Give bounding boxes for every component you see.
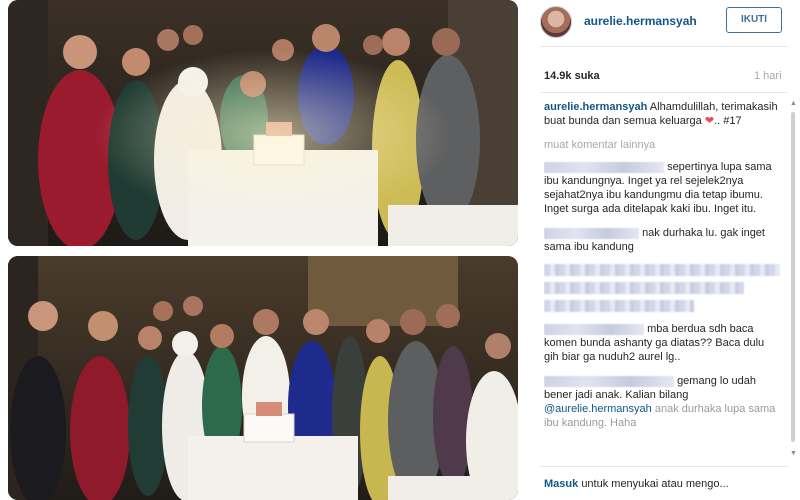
post-time[interactable]: 1 hari (754, 70, 782, 82)
list-item: sepertinya lupa sama ibu kandungnya. Ing… (544, 160, 780, 216)
list-item: nak durhaka lu. gak inget sama ibu kandu… (544, 226, 780, 254)
comments-list: aurelie.hermansyah Alhamdulillah, terima… (544, 100, 780, 460)
scroll-down-icon[interactable]: ▼ (790, 450, 797, 458)
load-more-comments-link[interactable]: muat komentar lainnya (544, 138, 780, 152)
list-item (544, 264, 780, 312)
blurred-username (544, 323, 644, 335)
login-prompt-text: untuk menyukai atau mengo... (581, 478, 729, 490)
login-prompt: Masuk untuk menyukai atau mengo... (544, 478, 729, 490)
group-photo-family-image (8, 256, 518, 500)
avatar[interactable] (540, 6, 572, 38)
blurred-comment (544, 264, 780, 276)
login-link[interactable]: Masuk (544, 478, 578, 490)
blurred-comment (544, 282, 744, 294)
list-item: gemang lo udah bener jadi anak. Kalian b… (544, 374, 780, 430)
blurred-username (544, 375, 674, 387)
blurred-username (544, 161, 664, 173)
divider (540, 46, 788, 47)
mention-link[interactable]: @aurelie.hermansyah (544, 403, 652, 415)
likes-count[interactable]: 14.9k suka (544, 70, 600, 82)
group-photo-cake-image (8, 0, 518, 246)
post-header: aurelie.hermansyah IKUTI (528, 0, 800, 46)
comments-scrollbar[interactable]: ▲ ▼ (790, 100, 797, 460)
caption-username[interactable]: aurelie.hermansyah (544, 101, 647, 113)
post-photo-bottom[interactable] (8, 256, 518, 500)
heart-icon: ❤ (704, 115, 715, 127)
post-detail-panel: aurelie.hermansyah IKUTI 14.9k suka 1 ha… (528, 0, 800, 500)
caption: aurelie.hermansyah Alhamdulillah, terima… (544, 100, 780, 128)
divider (540, 466, 788, 467)
follow-button[interactable]: IKUTI (726, 7, 782, 33)
blurred-comment (544, 300, 694, 312)
scroll-up-icon[interactable]: ▲ (790, 100, 797, 108)
divider (540, 92, 788, 93)
scroll-thumb[interactable] (791, 112, 795, 442)
post-photo-top[interactable] (8, 0, 518, 246)
list-item: mba berdua sdh baca komen bunda ashanty … (544, 322, 780, 364)
caption-tail: .. #17 (714, 115, 742, 127)
username-link[interactable]: aurelie.hermansyah (584, 14, 697, 28)
blurred-username (544, 227, 639, 239)
